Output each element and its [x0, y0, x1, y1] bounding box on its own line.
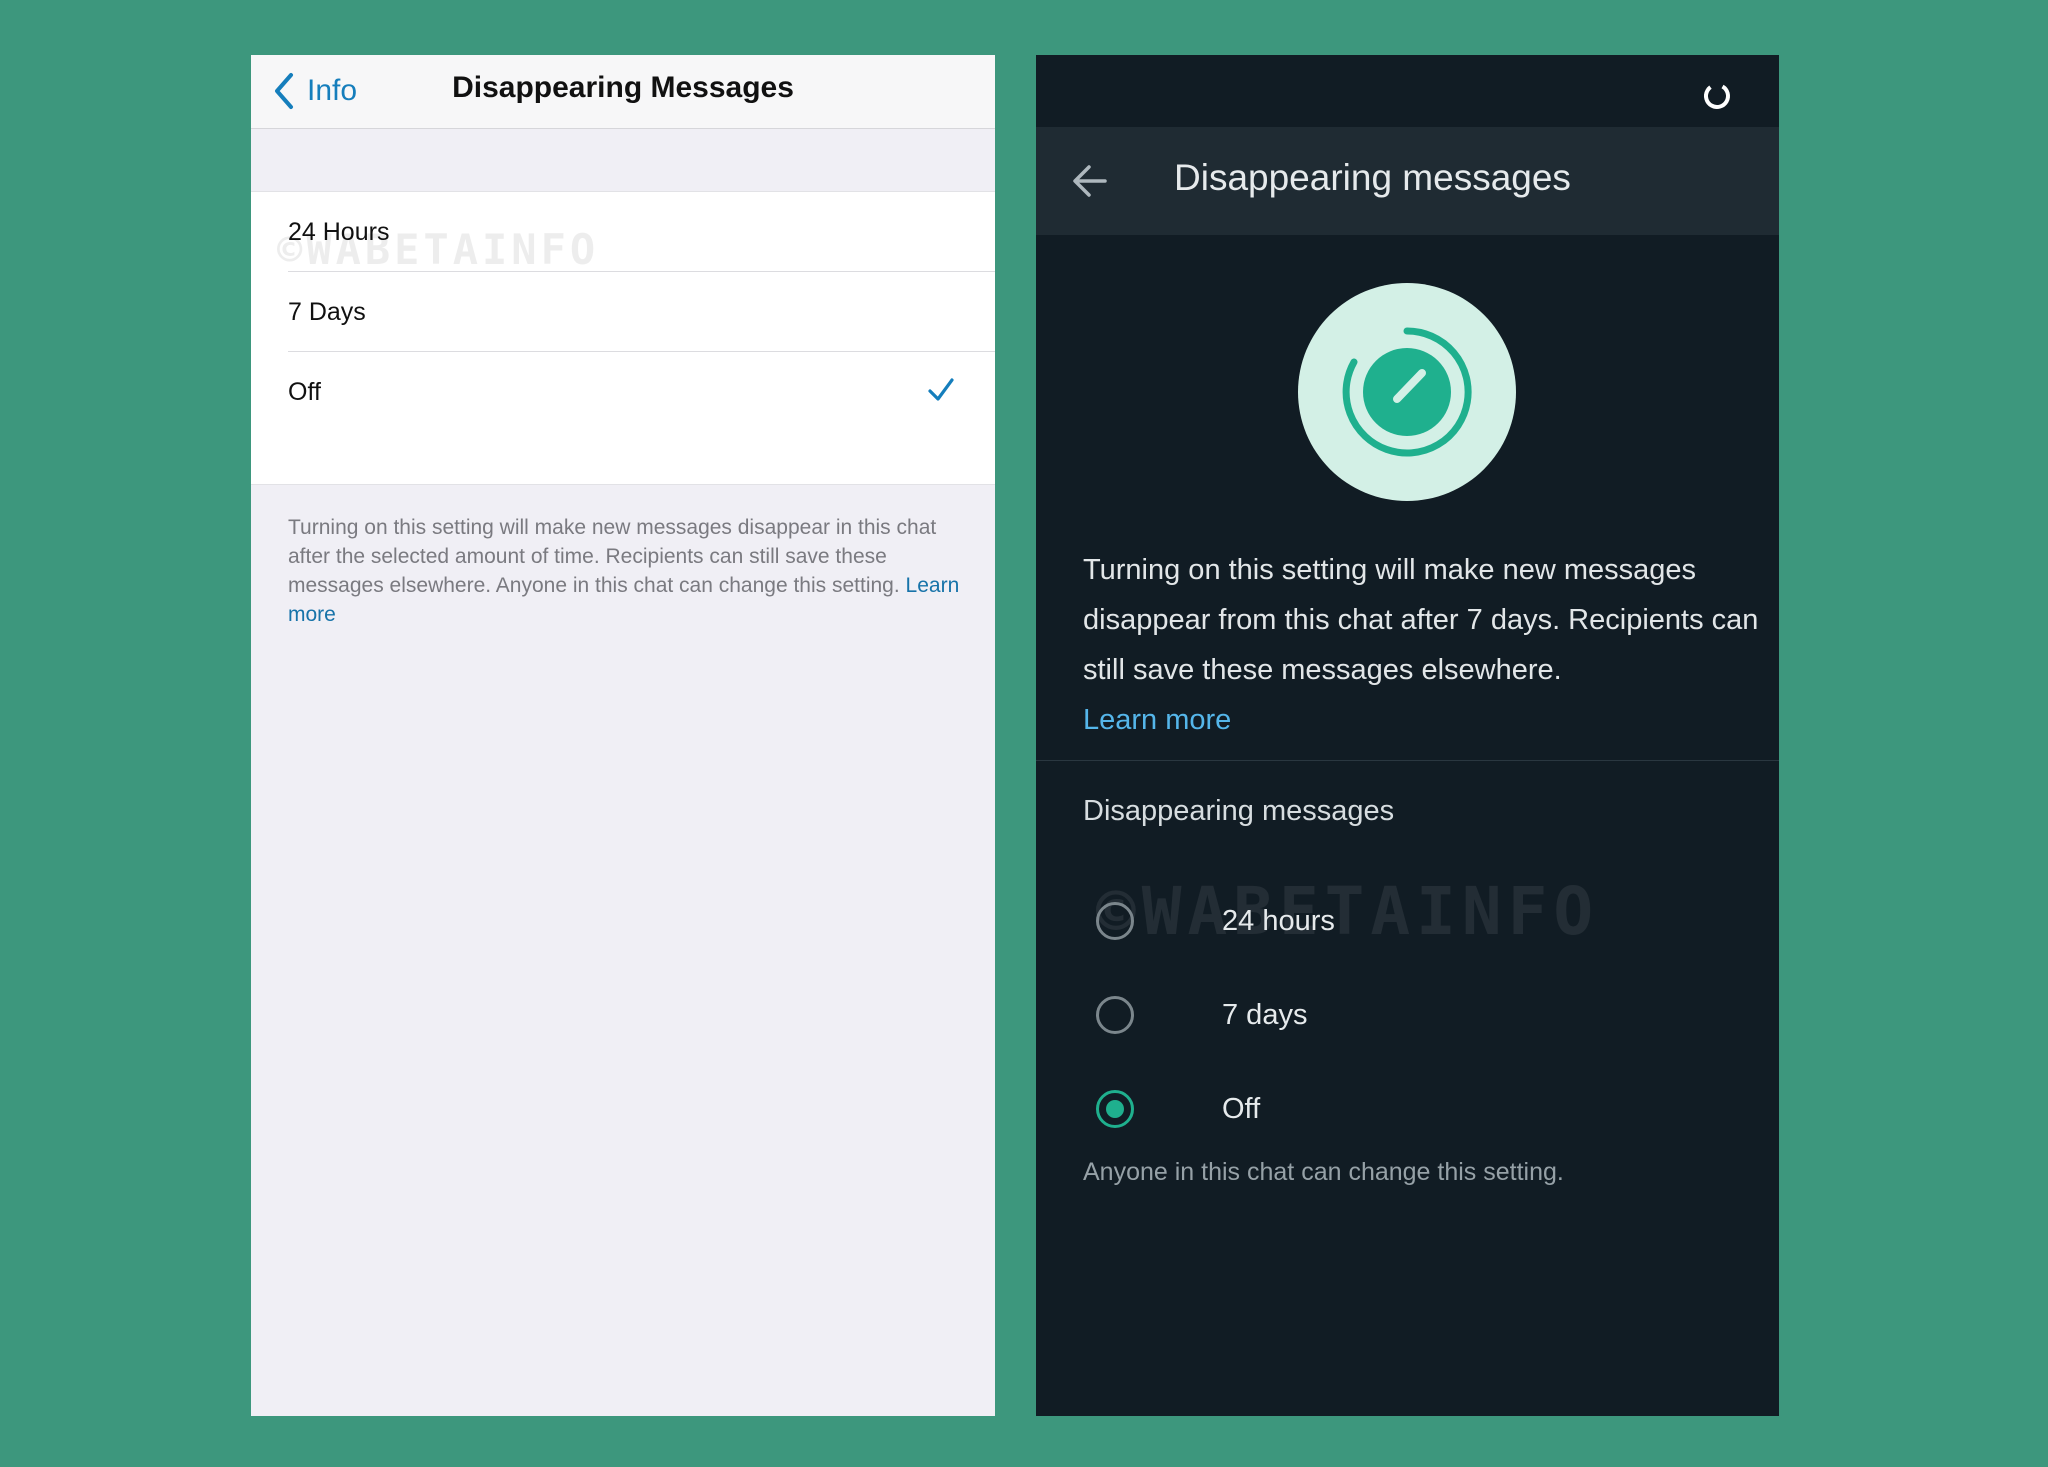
android-option-label: 7 days [1222, 998, 1308, 1031]
ios-navigation-bar: Info Disappearing Messages [251, 55, 995, 129]
ios-option-off[interactable]: Off [251, 352, 995, 432]
timer-icon [1298, 283, 1516, 501]
radio-button-icon[interactable] [1096, 902, 1134, 940]
android-option-label: 24 hours [1222, 904, 1335, 937]
ios-footer-description: Turning on this setting will make new me… [288, 513, 968, 629]
android-page-title: Disappearing messages [1174, 157, 1571, 198]
ios-page-title: Disappearing Messages [452, 71, 794, 104]
android-description: Turning on this setting will make new me… [1083, 545, 1763, 745]
ios-option-label: 24 Hours [288, 217, 390, 246]
android-option-label: Off [1222, 1092, 1261, 1125]
android-status-bar [1036, 55, 1779, 127]
radio-button-icon[interactable] [1096, 996, 1134, 1034]
android-description-text: Turning on this setting will make new me… [1083, 554, 1759, 686]
android-option-7-days[interactable]: 7 days [1096, 980, 1696, 1050]
android-app-bar: Disappearing messages [1036, 127, 1779, 235]
android-screen: Disappearing messages Turning on this se… [1036, 55, 1779, 1416]
ios-option-24-hours[interactable]: 24 Hours [251, 192, 995, 272]
android-section-label: Disappearing messages [1083, 795, 1395, 827]
ios-screen: Info Disappearing Messages 24 Hours 7 Da… [251, 55, 995, 1416]
divider [1036, 760, 1779, 761]
ios-options-list: 24 Hours 7 Days Off [251, 191, 995, 485]
radio-button-selected-icon[interactable] [1096, 1090, 1134, 1128]
loading-spinner-icon [1704, 83, 1730, 109]
ios-footer-text: Turning on this setting will make new me… [288, 516, 937, 597]
android-learn-more-link[interactable]: Learn more [1083, 704, 1231, 736]
android-option-24-hours[interactable]: 24 hours [1096, 886, 1696, 956]
ios-option-label: 7 Days [288, 297, 366, 326]
android-option-off[interactable]: Off [1096, 1074, 1696, 1144]
ios-option-7-days[interactable]: 7 Days [251, 272, 995, 352]
ios-option-label: Off [288, 377, 321, 406]
back-arrow-icon[interactable] [1072, 164, 1108, 198]
android-note: Anyone in this chat can change this sett… [1083, 1158, 1564, 1186]
checkmark-icon [928, 378, 954, 401]
